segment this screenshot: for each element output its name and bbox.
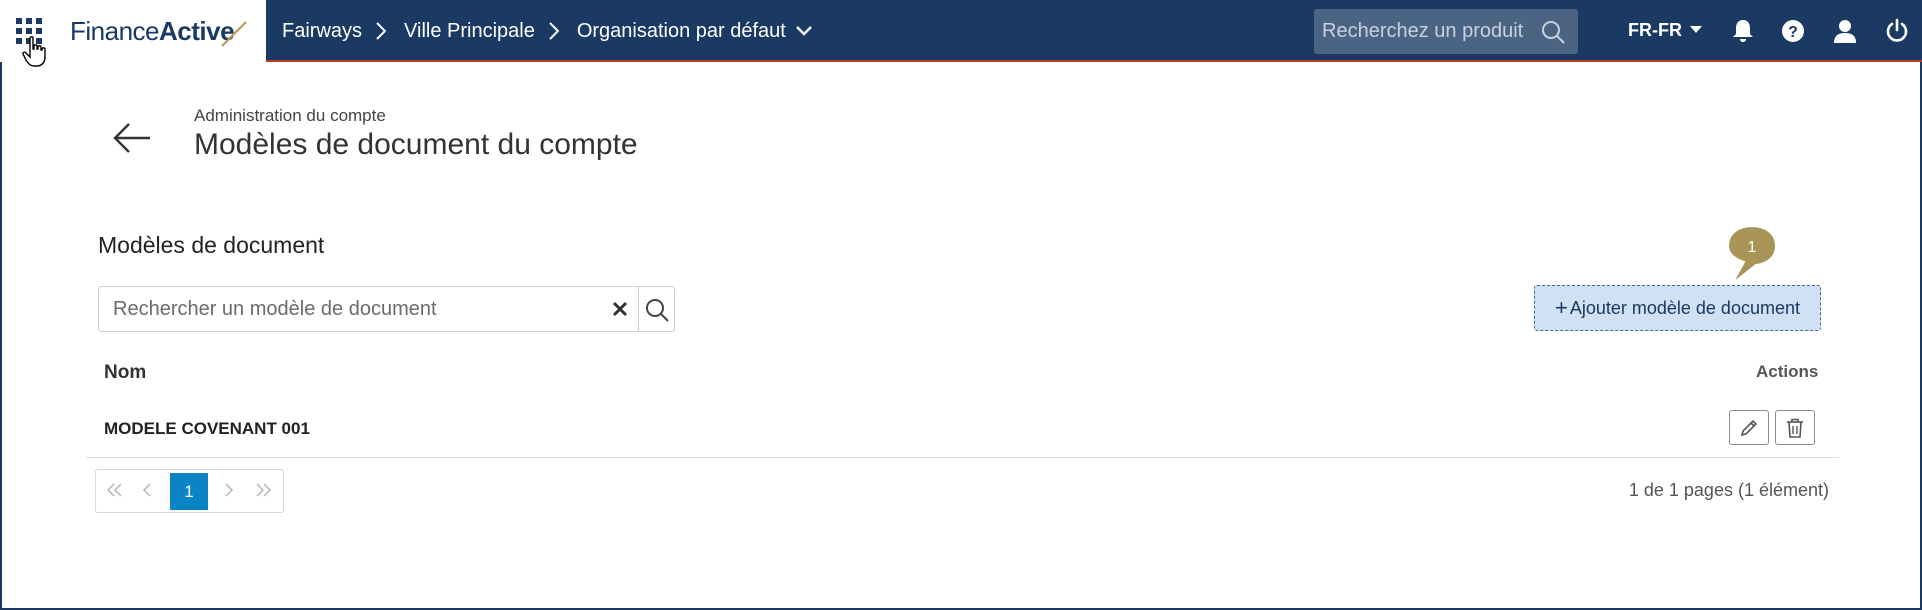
brand-logo[interactable]: FinanceActive [70,16,235,47]
pagination-info: 1 de 1 pages (1 élément) [1628,480,1829,500]
pencil-icon [1740,419,1758,436]
logo-area: FinanceActive [0,0,266,67]
previous-page-button[interactable] [132,470,162,512]
search-divider [638,287,639,331]
add-button-label: Ajouter modèle de document [1569,297,1800,318]
top-bar: FinanceActive Fairways Ville Principale … [0,0,1922,67]
search-icon[interactable] [644,297,670,323]
product-search-input[interactable] [1314,9,1534,54]
back-arrow-icon[interactable] [112,118,152,158]
plus-icon: + [1554,295,1568,320]
pagination: 1 [95,469,284,513]
chevron-right-icon [376,22,387,40]
brand-part-1: Finance [70,16,160,46]
last-page-button[interactable] [248,470,278,512]
clear-icon[interactable] [611,300,629,318]
double-chevron-left-icon [106,483,122,497]
power-icon[interactable] [1884,18,1910,44]
bell-icon[interactable] [1730,18,1756,44]
delete-button[interactable] [1775,410,1815,445]
trash-icon [1787,418,1803,438]
product-search [1314,9,1578,54]
callout-number: 1 [1747,239,1757,256]
page-button-current[interactable]: 1 [170,473,208,510]
svg-text:?: ? [1788,24,1798,41]
breadcrumb-ville-principale[interactable]: Ville Principale [404,20,535,43]
section-title: Modèles de document [98,232,325,258]
page-subtitle: Administration du compte [194,106,386,125]
chevron-right-icon [549,22,559,40]
column-header-name[interactable]: Nom [104,362,146,384]
search-icon[interactable] [1540,19,1566,45]
page-title: Modèles de document du compte [194,128,638,161]
chevron-left-icon [142,483,151,497]
chevron-down-icon[interactable] [796,26,812,36]
hand-cursor-icon [22,36,46,67]
row-divider [86,457,1839,458]
brand-slash-mark [221,21,247,47]
caret-down-icon [1689,26,1702,33]
edit-button[interactable] [1729,410,1769,445]
document-search [98,286,675,332]
first-page-button[interactable] [100,470,130,512]
next-page-button[interactable] [214,470,244,512]
chevron-right-icon [225,483,234,497]
breadcrumb-organisation[interactable]: Organisation par défaut [577,20,786,43]
table-row-name: MODELE COVENANT 001 [104,419,310,438]
help-icon[interactable]: ? [1780,18,1806,44]
breadcrumb-fairways[interactable]: Fairways [282,20,362,43]
language-label: FR-FR [1628,20,1682,40]
document-search-input[interactable] [99,287,599,331]
language-selector[interactable]: FR-FR [1628,20,1702,41]
user-icon[interactable] [1832,18,1858,44]
column-header-actions: Actions [1756,362,1819,381]
add-document-template-button[interactable]: + Ajouter modèle de document [1534,285,1821,331]
double-chevron-right-icon [256,483,272,497]
breadcrumb: Fairways Ville Principale Organisation p… [282,0,812,62]
